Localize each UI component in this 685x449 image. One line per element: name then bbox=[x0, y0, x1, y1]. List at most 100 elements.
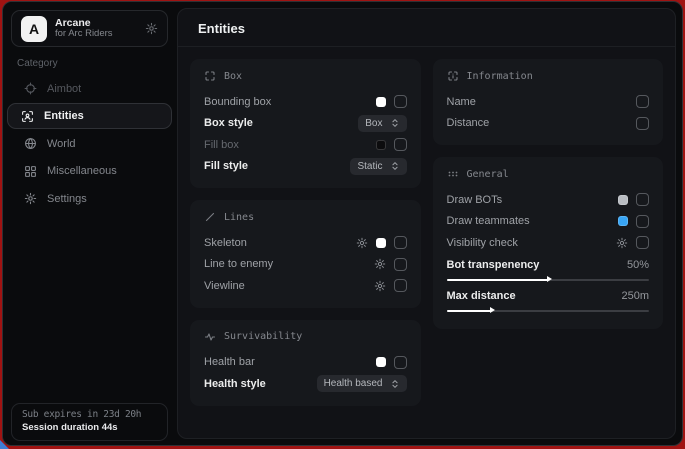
line-to-enemy-config-gear-icon[interactable] bbox=[374, 258, 386, 270]
bounding-box-color-swatch[interactable] bbox=[376, 97, 386, 107]
sidebar-item-miscellaneous[interactable]: Miscellaneous bbox=[7, 158, 172, 184]
fill-box-checkbox[interactable] bbox=[394, 138, 407, 151]
sidebar-item-label: Settings bbox=[47, 193, 87, 205]
slider-value: 50% bbox=[627, 259, 649, 271]
visibility-check-config-gear-icon[interactable] bbox=[616, 237, 628, 249]
setting-label: Viewline bbox=[204, 280, 245, 292]
category-label: Category bbox=[17, 58, 58, 69]
left-column: Box Bounding box Box style Box bbox=[190, 59, 421, 418]
distance-checkbox[interactable] bbox=[636, 117, 649, 130]
information-panel-header: Information bbox=[447, 70, 650, 82]
sidebar-item-label: Miscellaneous bbox=[47, 165, 117, 177]
panel-title: Information bbox=[467, 71, 533, 82]
crosshair-icon bbox=[23, 82, 37, 95]
health-style-dropdown[interactable]: Health based bbox=[317, 375, 407, 392]
main-content: Entities Box Bounding box bbox=[177, 8, 676, 439]
skeleton-config-gear-icon[interactable] bbox=[356, 237, 368, 249]
box-corners-icon bbox=[204, 70, 216, 82]
setting-label: Skeleton bbox=[204, 237, 247, 249]
dropdown-value: Health based bbox=[324, 378, 383, 389]
setting-label: Name bbox=[447, 96, 476, 108]
general-panel-header: General bbox=[447, 168, 650, 180]
line-to-enemy-checkbox[interactable] bbox=[394, 258, 407, 271]
bot-transparency-slider[interactable] bbox=[447, 279, 650, 281]
chevrons-up-down-icon bbox=[390, 161, 400, 171]
sidebar-item-world[interactable]: World bbox=[7, 131, 172, 157]
brand-gear-icon[interactable] bbox=[145, 22, 158, 35]
dropdown-value: Static bbox=[357, 161, 382, 172]
sub-expiry-text: Sub expires in 23d 20h bbox=[22, 409, 157, 420]
setting-row-name: Name bbox=[447, 91, 650, 113]
setting-label: Health style bbox=[204, 378, 266, 390]
draw-teammates-color-swatch[interactable] bbox=[618, 216, 628, 226]
draw-bots-color-swatch[interactable] bbox=[618, 195, 628, 205]
subscription-card: Sub expires in 23d 20h Session duration … bbox=[11, 403, 168, 441]
box-panel: Box Bounding box Box style Box bbox=[190, 59, 421, 188]
general-panel: General Draw BOTs Draw teammates bbox=[433, 157, 664, 329]
pulse-icon bbox=[204, 331, 216, 343]
fill-box-color-swatch[interactable] bbox=[376, 140, 386, 150]
sidebar-item-entities[interactable]: Entities bbox=[7, 103, 172, 129]
brand-text: Arcane for Arc Riders bbox=[55, 17, 137, 40]
health-bar-color-swatch[interactable] bbox=[376, 357, 386, 367]
setting-label: Bounding box bbox=[204, 96, 271, 108]
globe-icon bbox=[23, 137, 37, 150]
sidebar-nav: Aimbot Entities World Miscellaneous bbox=[3, 74, 176, 213]
setting-row-viewline: Viewline bbox=[204, 275, 407, 297]
cursor-artifact bbox=[0, 440, 9, 449]
dropdown-value: Box bbox=[365, 118, 382, 129]
information-panel: Information Name Distance bbox=[433, 59, 664, 145]
bounding-box-checkbox[interactable] bbox=[394, 95, 407, 108]
survivability-panel: Survivability Health bar Health style He… bbox=[190, 320, 421, 406]
health-bar-checkbox[interactable] bbox=[394, 356, 407, 369]
diagonal-line-icon bbox=[204, 211, 216, 223]
setting-label: Max distance bbox=[447, 290, 516, 302]
fill-style-dropdown[interactable]: Static bbox=[350, 158, 406, 175]
bot-transparency-setting: Bot transpenency 50% bbox=[447, 256, 650, 281]
panel-columns: Box Bounding box Box style Box bbox=[178, 47, 675, 430]
box-style-dropdown[interactable]: Box bbox=[358, 115, 406, 132]
survivability-panel-header: Survivability bbox=[204, 331, 407, 343]
chevrons-up-down-icon bbox=[390, 379, 400, 389]
right-column: Information Name Distance bbox=[433, 59, 664, 418]
setting-row-line-to-enemy: Line to enemy bbox=[204, 254, 407, 276]
slider-fill bbox=[447, 279, 548, 281]
setting-row-skeleton: Skeleton bbox=[204, 232, 407, 254]
panel-title: General bbox=[467, 169, 509, 180]
skeleton-color-swatch[interactable] bbox=[376, 238, 386, 248]
arcane-window: A Arcane for Arc Riders Category Aimbot bbox=[2, 1, 683, 446]
info-scan-icon bbox=[447, 70, 459, 82]
skeleton-checkbox[interactable] bbox=[394, 236, 407, 249]
brand-card: A Arcane for Arc Riders bbox=[11, 10, 168, 47]
app-logo: A bbox=[21, 16, 47, 42]
setting-label: Fill box bbox=[204, 139, 239, 151]
setting-row-fill-style: Fill style Static bbox=[204, 156, 407, 178]
viewline-config-gear-icon[interactable] bbox=[374, 280, 386, 292]
setting-row-box-style: Box style Box bbox=[204, 113, 407, 135]
setting-label: Line to enemy bbox=[204, 258, 273, 270]
panel-title: Box bbox=[224, 71, 242, 82]
setting-label: Distance bbox=[447, 117, 490, 129]
sidebar: A Arcane for Arc Riders Category Aimbot bbox=[3, 2, 176, 445]
sidebar-item-label: Entities bbox=[44, 110, 84, 122]
setting-row-bounding-box: Bounding box bbox=[204, 91, 407, 113]
dots-grid-icon bbox=[447, 168, 459, 180]
page-title: Entities bbox=[178, 9, 675, 46]
lines-panel-header: Lines bbox=[204, 211, 407, 223]
setting-label: Bot transpenency bbox=[447, 259, 540, 271]
sidebar-item-aimbot[interactable]: Aimbot bbox=[7, 76, 172, 102]
max-distance-slider[interactable] bbox=[447, 310, 650, 312]
setting-label: Health bar bbox=[204, 356, 255, 368]
lines-panel: Lines Skeleton Line to enemy bbox=[190, 200, 421, 308]
name-checkbox[interactable] bbox=[636, 95, 649, 108]
viewline-checkbox[interactable] bbox=[394, 279, 407, 292]
sidebar-item-settings[interactable]: Settings bbox=[7, 186, 172, 212]
sidebar-item-label: Aimbot bbox=[47, 83, 81, 95]
draw-bots-checkbox[interactable] bbox=[636, 193, 649, 206]
slider-value: 250m bbox=[621, 290, 649, 302]
visibility-check-checkbox[interactable] bbox=[636, 236, 649, 249]
setting-label: Visibility check bbox=[447, 237, 518, 249]
draw-teammates-checkbox[interactable] bbox=[636, 215, 649, 228]
sidebar-item-label: World bbox=[47, 138, 76, 150]
max-distance-setting: Max distance 250m bbox=[447, 287, 650, 312]
